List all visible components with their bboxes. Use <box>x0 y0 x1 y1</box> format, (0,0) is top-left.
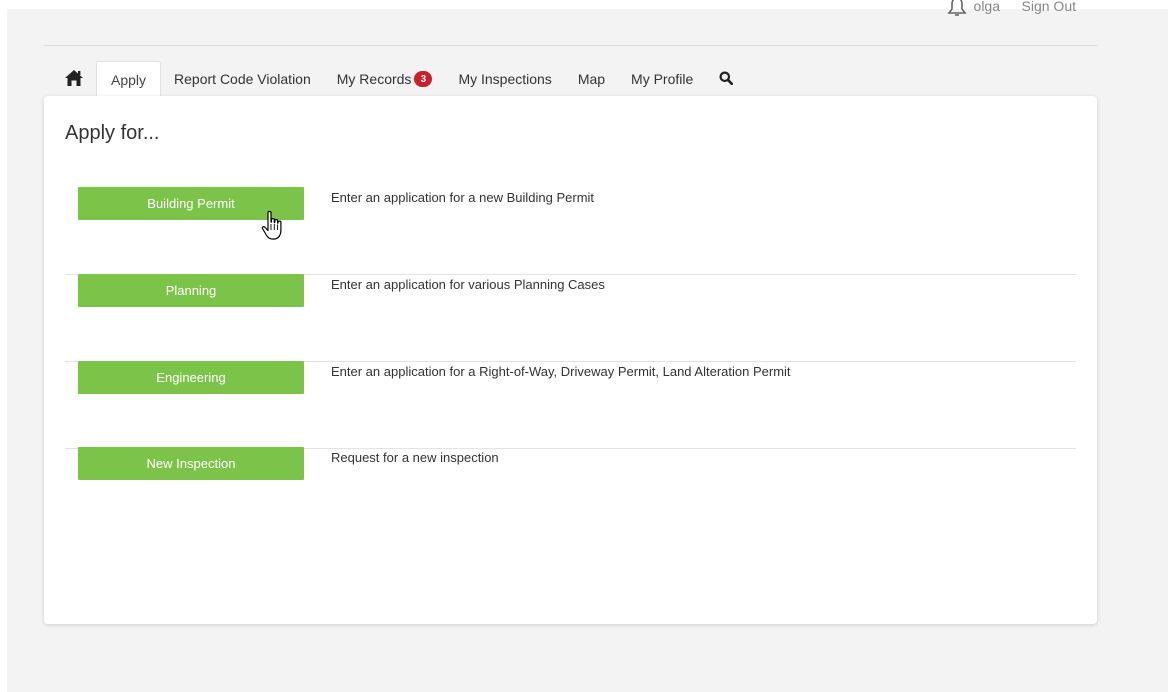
item-description: Enter an application for a new Building … <box>331 190 595 205</box>
tab-label: Report Code Violation <box>174 71 311 87</box>
search-icon <box>719 71 734 88</box>
list-item: Engineering Enter an application for a R… <box>65 361 1076 449</box>
tab-label: My Profile <box>631 71 694 87</box>
sign-out-link[interactable]: Sign Out <box>1022 0 1076 14</box>
tab-my-profile[interactable]: My Profile <box>618 61 706 97</box>
item-description: Enter an application for a Right-of-Way,… <box>331 364 791 379</box>
tab-report-code-violation[interactable]: Report Code Violation <box>161 61 324 97</box>
apply-panel: Apply for... Building Permit Enter an ap… <box>44 96 1097 624</box>
main-tabs: Apply Report Code Violation My Records 3… <box>54 61 746 97</box>
list-item: Building Permit Enter an application for… <box>65 187 1076 275</box>
tab-my-records[interactable]: My Records 3 <box>324 61 446 97</box>
header-divider <box>44 45 1097 46</box>
tab-label: Apply <box>111 71 147 88</box>
records-count-badge: 3 <box>414 71 433 87</box>
tab-label: My Records <box>336 71 412 87</box>
tab-map[interactable]: Map <box>565 61 618 97</box>
user-name-link[interactable]: olga <box>974 0 1000 14</box>
tab-label: Map <box>577 71 606 87</box>
tab-search[interactable] <box>706 61 746 97</box>
tab-apply[interactable]: Apply <box>96 61 162 97</box>
tab-my-inspections[interactable]: My Inspections <box>445 61 564 97</box>
engineering-button[interactable]: Engineering <box>78 361 304 394</box>
tab-label: My Inspections <box>458 71 552 87</box>
planning-button[interactable]: Planning <box>78 274 304 307</box>
home-icon <box>64 69 84 90</box>
item-description: Request for a new inspection <box>331 450 499 465</box>
page-title: Apply for... <box>65 122 160 144</box>
hand-pointer-cursor-icon <box>260 210 288 247</box>
list-item: New Inspection Request for a new inspect… <box>65 447 1076 534</box>
list-item: Planning Enter an application for variou… <box>65 274 1076 362</box>
bell-icon[interactable] <box>944 0 970 21</box>
new-inspection-button[interactable]: New Inspection <box>78 447 304 480</box>
tab-home[interactable] <box>54 61 96 97</box>
item-description: Enter an application for various Plannin… <box>331 277 605 292</box>
